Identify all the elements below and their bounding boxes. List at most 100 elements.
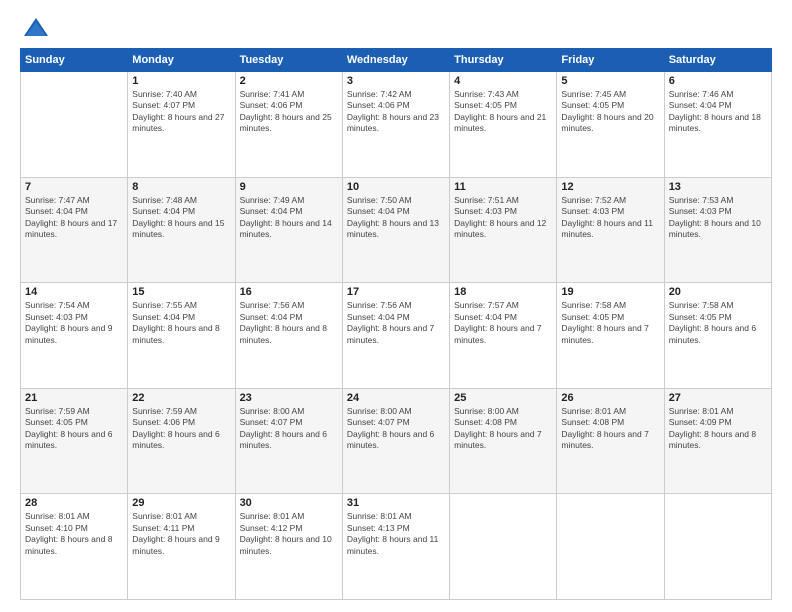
calendar-table: SundayMondayTuesdayWednesdayThursdayFrid…	[20, 48, 772, 600]
calendar-week-row: 7 Sunrise: 7:47 AMSunset: 4:04 PMDaylight…	[21, 177, 772, 283]
day-info: Sunrise: 7:45 AMSunset: 4:05 PMDaylight:…	[561, 89, 659, 135]
day-number: 30	[240, 497, 338, 509]
page: SundayMondayTuesdayWednesdayThursdayFrid…	[0, 0, 792, 612]
calendar-week-row: 28 Sunrise: 8:01 AMSunset: 4:10 PMDayligh…	[21, 494, 772, 600]
day-number: 6	[669, 75, 767, 87]
calendar-cell: 15Sunrise: 7:55 AMSunset: 4:04 PMDayligh…	[128, 283, 235, 389]
calendar-cell: 19 Sunrise: 7:58 AMSunset: 4:05 PMDayligh…	[557, 283, 664, 389]
calendar-cell: 22 Sunrise: 7:59 AMSunset: 4:06 PMDayligh…	[128, 388, 235, 494]
calendar-cell: 27Sunrise: 8:01 AMSunset: 4:09 PMDayligh…	[664, 388, 771, 494]
day-info: Sunrise: 8:01 AMSunset: 4:13 PMDaylight:…	[347, 511, 445, 557]
calendar-cell: 20 Sunrise: 7:58 AMSunset: 4:05 PMDayligh…	[664, 283, 771, 389]
calendar-cell: 2Sunrise: 7:41 AMSunset: 4:06 PMDaylight…	[235, 72, 342, 178]
calendar-cell	[557, 494, 664, 600]
calendar-cell: 5 Sunrise: 7:45 AMSunset: 4:05 PMDaylight…	[557, 72, 664, 178]
calendar-cell: 4Sunrise: 7:43 AMSunset: 4:05 PMDaylight…	[450, 72, 557, 178]
calendar-cell: 7 Sunrise: 7:47 AMSunset: 4:04 PMDaylight…	[21, 177, 128, 283]
day-info: Sunrise: 7:58 AMSunset: 4:05 PMDaylight:…	[669, 300, 767, 346]
weekday-header-row: SundayMondayTuesdayWednesdayThursdayFrid…	[21, 49, 772, 72]
calendar-cell: 16 Sunrise: 7:56 AMSunset: 4:04 PMDayligh…	[235, 283, 342, 389]
day-number: 2	[240, 75, 338, 87]
weekday-header: Monday	[128, 49, 235, 72]
day-number: 26	[561, 392, 659, 404]
calendar-cell	[450, 494, 557, 600]
weekday-header: Thursday	[450, 49, 557, 72]
calendar-cell: 8Sunrise: 7:48 AMSunset: 4:04 PMDaylight…	[128, 177, 235, 283]
calendar-cell: 11 Sunrise: 7:51 AMSunset: 4:03 PMDayligh…	[450, 177, 557, 283]
day-number: 15	[132, 286, 230, 298]
day-number: 21	[25, 392, 123, 404]
calendar-cell: 9 Sunrise: 7:49 AMSunset: 4:04 PMDaylight…	[235, 177, 342, 283]
weekday-header: Friday	[557, 49, 664, 72]
day-info: Sunrise: 7:52 AMSunset: 4:03 PMDaylight:…	[561, 195, 659, 241]
day-info: Sunrise: 7:46 AMSunset: 4:04 PMDaylight:…	[669, 89, 767, 135]
day-info: Sunrise: 8:01 AMSunset: 4:09 PMDaylight:…	[669, 406, 767, 452]
day-info: Sunrise: 7:40 AMSunset: 4:07 PMDaylight:…	[132, 89, 230, 135]
logo-icon	[22, 16, 50, 38]
day-number: 3	[347, 75, 445, 87]
day-number: 22	[132, 392, 230, 404]
weekday-header: Sunday	[21, 49, 128, 72]
day-number: 19	[561, 286, 659, 298]
day-info: Sunrise: 8:00 AMSunset: 4:08 PMDaylight:…	[454, 406, 552, 452]
calendar-cell: 30 Sunrise: 8:01 AMSunset: 4:12 PMDayligh…	[235, 494, 342, 600]
day-info: Sunrise: 8:00 AMSunset: 4:07 PMDaylight:…	[347, 406, 445, 452]
day-number: 14	[25, 286, 123, 298]
calendar-cell: 31 Sunrise: 8:01 AMSunset: 4:13 PMDayligh…	[342, 494, 449, 600]
day-info: Sunrise: 8:00 AMSunset: 4:07 PMDaylight:…	[240, 406, 338, 452]
calendar-cell: 26 Sunrise: 8:01 AMSunset: 4:08 PMDayligh…	[557, 388, 664, 494]
day-number: 13	[669, 181, 767, 193]
calendar-cell	[21, 72, 128, 178]
day-info: Sunrise: 7:57 AMSunset: 4:04 PMDaylight:…	[454, 300, 552, 346]
calendar-cell	[664, 494, 771, 600]
calendar-cell: 13 Sunrise: 7:53 AMSunset: 4:03 PMDayligh…	[664, 177, 771, 283]
day-number: 1	[132, 75, 230, 87]
day-info: Sunrise: 7:59 AMSunset: 4:06 PMDaylight:…	[132, 406, 230, 452]
day-number: 9	[240, 181, 338, 193]
day-number: 29	[132, 497, 230, 509]
day-number: 16	[240, 286, 338, 298]
day-number: 10	[347, 181, 445, 193]
day-info: Sunrise: 7:47 AMSunset: 4:04 PMDaylight:…	[25, 195, 123, 241]
calendar-week-row: 1 Sunrise: 7:40 AMSunset: 4:07 PMDaylight…	[21, 72, 772, 178]
calendar-week-row: 21 Sunrise: 7:59 AMSunset: 4:05 PMDayligh…	[21, 388, 772, 494]
day-info: Sunrise: 7:59 AMSunset: 4:05 PMDaylight:…	[25, 406, 123, 452]
header	[20, 16, 772, 38]
day-number: 5	[561, 75, 659, 87]
day-info: Sunrise: 8:01 AMSunset: 4:10 PMDaylight:…	[25, 511, 123, 557]
day-number: 7	[25, 181, 123, 193]
calendar-cell: 6 Sunrise: 7:46 AMSunset: 4:04 PMDaylight…	[664, 72, 771, 178]
calendar-cell: 1 Sunrise: 7:40 AMSunset: 4:07 PMDaylight…	[128, 72, 235, 178]
day-number: 23	[240, 392, 338, 404]
day-number: 12	[561, 181, 659, 193]
day-number: 17	[347, 286, 445, 298]
calendar-cell: 18Sunrise: 7:57 AMSunset: 4:04 PMDayligh…	[450, 283, 557, 389]
day-info: Sunrise: 7:49 AMSunset: 4:04 PMDaylight:…	[240, 195, 338, 241]
day-info: Sunrise: 8:01 AMSunset: 4:08 PMDaylight:…	[561, 406, 659, 452]
day-number: 20	[669, 286, 767, 298]
day-info: Sunrise: 7:53 AMSunset: 4:03 PMDaylight:…	[669, 195, 767, 241]
calendar-week-row: 14 Sunrise: 7:54 AMSunset: 4:03 PMDayligh…	[21, 283, 772, 389]
day-info: Sunrise: 7:42 AMSunset: 4:06 PMDaylight:…	[347, 89, 445, 135]
calendar-cell: 10 Sunrise: 7:50 AMSunset: 4:04 PMDayligh…	[342, 177, 449, 283]
calendar-cell: 23 Sunrise: 8:00 AMSunset: 4:07 PMDayligh…	[235, 388, 342, 494]
calendar-cell: 12 Sunrise: 7:52 AMSunset: 4:03 PMDayligh…	[557, 177, 664, 283]
day-info: Sunrise: 7:56 AMSunset: 4:04 PMDaylight:…	[240, 300, 338, 346]
weekday-header: Wednesday	[342, 49, 449, 72]
day-info: Sunrise: 8:01 AMSunset: 4:11 PMDaylight:…	[132, 511, 230, 557]
weekday-header: Saturday	[664, 49, 771, 72]
day-info: Sunrise: 7:50 AMSunset: 4:04 PMDaylight:…	[347, 195, 445, 241]
day-info: Sunrise: 7:58 AMSunset: 4:05 PMDaylight:…	[561, 300, 659, 346]
day-number: 28	[25, 497, 123, 509]
day-info: Sunrise: 8:01 AMSunset: 4:12 PMDaylight:…	[240, 511, 338, 557]
day-info: Sunrise: 7:54 AMSunset: 4:03 PMDaylight:…	[25, 300, 123, 346]
weekday-header: Tuesday	[235, 49, 342, 72]
calendar-cell: 25Sunrise: 8:00 AMSunset: 4:08 PMDayligh…	[450, 388, 557, 494]
calendar-cell: 29 Sunrise: 8:01 AMSunset: 4:11 PMDayligh…	[128, 494, 235, 600]
day-number: 4	[454, 75, 552, 87]
calendar-cell: 3 Sunrise: 7:42 AMSunset: 4:06 PMDaylight…	[342, 72, 449, 178]
day-number: 31	[347, 497, 445, 509]
day-info: Sunrise: 7:51 AMSunset: 4:03 PMDaylight:…	[454, 195, 552, 241]
day-number: 11	[454, 181, 552, 193]
day-info: Sunrise: 7:56 AMSunset: 4:04 PMDaylight:…	[347, 300, 445, 346]
